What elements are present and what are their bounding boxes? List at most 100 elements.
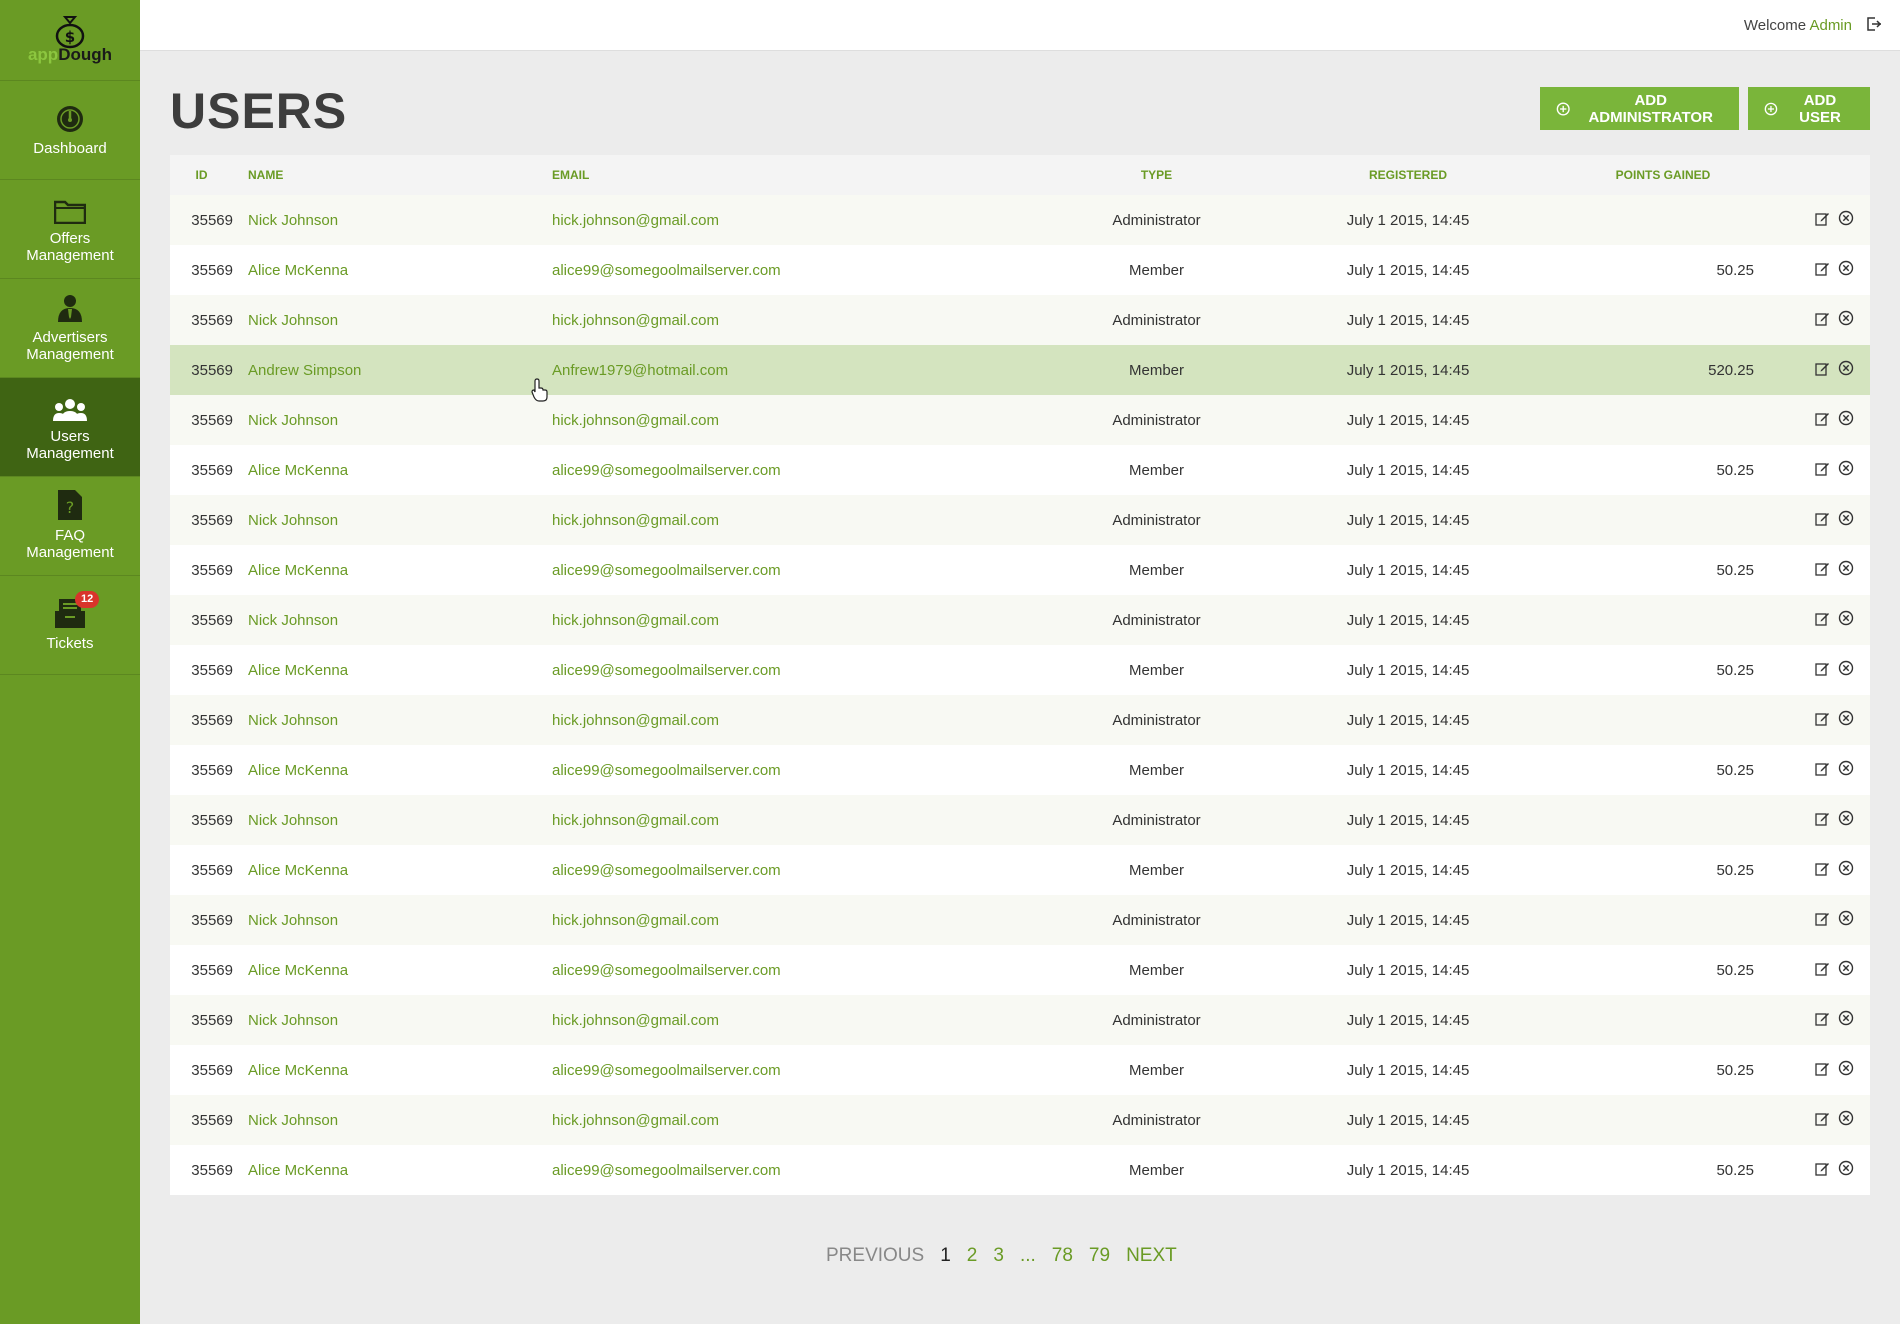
delete-icon[interactable] [1838, 1160, 1854, 1180]
sidebar-item-tickets[interactable]: 12 Tickets [0, 576, 140, 675]
delete-icon[interactable] [1838, 510, 1854, 530]
delete-icon[interactable] [1838, 560, 1854, 580]
delete-icon[interactable] [1838, 910, 1854, 930]
delete-icon[interactable] [1838, 260, 1854, 280]
sidebar-item-faq[interactable]: ? FAQ Management [0, 477, 140, 576]
table-row[interactable]: 35569 Alice McKenna alice99@somegoolmailse… [170, 245, 1870, 295]
table-row[interactable]: 35569 Nick Johnson hick.johnson@gmail.com A… [170, 1095, 1870, 1145]
cell-name[interactable]: Nick Johnson [233, 195, 552, 245]
cell-email[interactable]: hick.johnson@gmail.com [552, 795, 1069, 845]
column-header-type[interactable]: TYPE [1069, 155, 1244, 195]
delete-icon[interactable] [1838, 1060, 1854, 1080]
cell-name[interactable]: Alice McKenna [233, 1045, 552, 1095]
cell-email[interactable]: alice99@somegoolmailserver.com [552, 945, 1069, 995]
table-row[interactable]: 35569 Nick Johnson hick.johnson@gmail.com A… [170, 595, 1870, 645]
cell-name[interactable]: Nick Johnson [233, 795, 552, 845]
cell-email[interactable]: hick.johnson@gmail.com [552, 995, 1069, 1045]
edit-icon[interactable] [1815, 1011, 1830, 1030]
sidebar-item-users[interactable]: Users Management [0, 378, 140, 477]
app-logo[interactable]: $ appDough [0, 0, 140, 81]
pagination-next[interactable]: NEXT [1126, 1245, 1177, 1267]
table-row[interactable]: 35569 Nick Johnson hick.johnson@gmail.com A… [170, 995, 1870, 1045]
pagination-page-current[interactable]: 1 [940, 1245, 951, 1267]
cell-email[interactable]: hick.johnson@gmail.com [552, 195, 1069, 245]
delete-icon[interactable] [1838, 860, 1854, 880]
column-header-email[interactable]: EMAIL [552, 155, 1069, 195]
table-row[interactable]: 35569 Alice McKenna alice99@somegoolmailse… [170, 645, 1870, 695]
cell-email[interactable]: Anfrew1979@hotmail.com [552, 345, 1069, 395]
table-row[interactable]: 35569 Alice McKenna alice99@somegoolmailse… [170, 545, 1870, 595]
delete-icon[interactable] [1838, 660, 1854, 680]
logout-icon[interactable] [1866, 16, 1882, 37]
add-user-button[interactable]: ADD USER [1748, 87, 1870, 130]
edit-icon[interactable] [1815, 461, 1830, 480]
cell-name[interactable]: Nick Johnson [233, 895, 552, 945]
cell-email[interactable]: alice99@somegoolmailserver.com [552, 1145, 1069, 1195]
edit-icon[interactable] [1815, 861, 1830, 880]
sidebar-item-dashboard[interactable]: Dashboard [0, 81, 140, 180]
edit-icon[interactable] [1815, 911, 1830, 930]
table-row[interactable]: 35569 Alice McKenna alice99@somegoolmailse… [170, 945, 1870, 995]
table-row[interactable]: 35569 Alice McKenna alice99@somegoolmailse… [170, 445, 1870, 495]
column-header-id[interactable]: ID [170, 155, 233, 195]
edit-icon[interactable] [1815, 561, 1830, 580]
delete-icon[interactable] [1838, 1110, 1854, 1130]
edit-icon[interactable] [1815, 411, 1830, 430]
pagination-page[interactable]: 78 [1052, 1245, 1073, 1267]
column-header-registered[interactable]: REGISTERED [1244, 155, 1572, 195]
cell-name[interactable]: Nick Johnson [233, 495, 552, 545]
edit-icon[interactable] [1815, 711, 1830, 730]
edit-icon[interactable] [1815, 1061, 1830, 1080]
table-row[interactable]: 35569 Andrew Simpson Anfrew1979@hotmail.co… [170, 345, 1870, 395]
sidebar-item-advertisers[interactable]: Advertisers Management [0, 279, 140, 378]
delete-icon[interactable] [1838, 410, 1854, 430]
delete-icon[interactable] [1838, 610, 1854, 630]
delete-icon[interactable] [1838, 360, 1854, 380]
delete-icon[interactable] [1838, 210, 1854, 230]
cell-email[interactable]: alice99@somegoolmailserver.com [552, 845, 1069, 895]
delete-icon[interactable] [1838, 960, 1854, 980]
table-row[interactable]: 35569 Nick Johnson hick.johnson@gmail.com A… [170, 495, 1870, 545]
delete-icon[interactable] [1838, 760, 1854, 780]
delete-icon[interactable] [1838, 810, 1854, 830]
table-row[interactable]: 35569 Alice McKenna alice99@somegoolmailse… [170, 845, 1870, 895]
cell-name[interactable]: Alice McKenna [233, 845, 552, 895]
cell-email[interactable]: alice99@somegoolmailserver.com [552, 545, 1069, 595]
edit-icon[interactable] [1815, 661, 1830, 680]
edit-icon[interactable] [1815, 1161, 1830, 1180]
table-row[interactable]: 35569 Alice McKenna alice99@somegoolmailse… [170, 1145, 1870, 1195]
edit-icon[interactable] [1815, 761, 1830, 780]
delete-icon[interactable] [1838, 310, 1854, 330]
cell-name[interactable]: Nick Johnson [233, 1095, 552, 1145]
cell-email[interactable]: hick.johnson@gmail.com [552, 1095, 1069, 1145]
delete-icon[interactable] [1838, 710, 1854, 730]
table-row[interactable]: 35569 Alice McKenna alice99@somegoolmailse… [170, 745, 1870, 795]
edit-icon[interactable] [1815, 611, 1830, 630]
table-row[interactable]: 35569 Nick Johnson hick.johnson@gmail.com A… [170, 295, 1870, 345]
cell-name[interactable]: Nick Johnson [233, 995, 552, 1045]
edit-icon[interactable] [1815, 961, 1830, 980]
cell-name[interactable]: Alice McKenna [233, 645, 552, 695]
cell-name[interactable]: Alice McKenna [233, 245, 552, 295]
pagination-page[interactable]: 79 [1089, 1245, 1110, 1267]
table-row[interactable]: 35569 Alice McKenna alice99@somegoolmailse… [170, 1045, 1870, 1095]
cell-email[interactable]: hick.johnson@gmail.com [552, 495, 1069, 545]
column-header-name[interactable]: NAME [233, 155, 552, 195]
cell-name[interactable]: Alice McKenna [233, 445, 552, 495]
cell-name[interactable]: Nick Johnson [233, 595, 552, 645]
edit-icon[interactable] [1815, 311, 1830, 330]
cell-email[interactable]: alice99@somegoolmailserver.com [552, 445, 1069, 495]
table-row[interactable]: 35569 Nick Johnson hick.johnson@gmail.com A… [170, 195, 1870, 245]
sidebar-item-offers[interactable]: Offers Management [0, 180, 140, 279]
pagination-page[interactable]: 2 [967, 1245, 978, 1267]
current-user-link[interactable]: Admin [1809, 17, 1852, 34]
cell-email[interactable]: alice99@somegoolmailserver.com [552, 745, 1069, 795]
add-administrator-button[interactable]: ADD ADMINISTRATOR [1540, 87, 1739, 130]
cell-email[interactable]: alice99@somegoolmailserver.com [552, 1045, 1069, 1095]
cell-name[interactable]: Alice McKenna [233, 1145, 552, 1195]
cell-name[interactable]: Nick Johnson [233, 395, 552, 445]
cell-name[interactable]: Nick Johnson [233, 295, 552, 345]
table-row[interactable]: 35569 Nick Johnson hick.johnson@gmail.com A… [170, 795, 1870, 845]
table-row[interactable]: 35569 Nick Johnson hick.johnson@gmail.com A… [170, 895, 1870, 945]
cell-email[interactable]: hick.johnson@gmail.com [552, 595, 1069, 645]
